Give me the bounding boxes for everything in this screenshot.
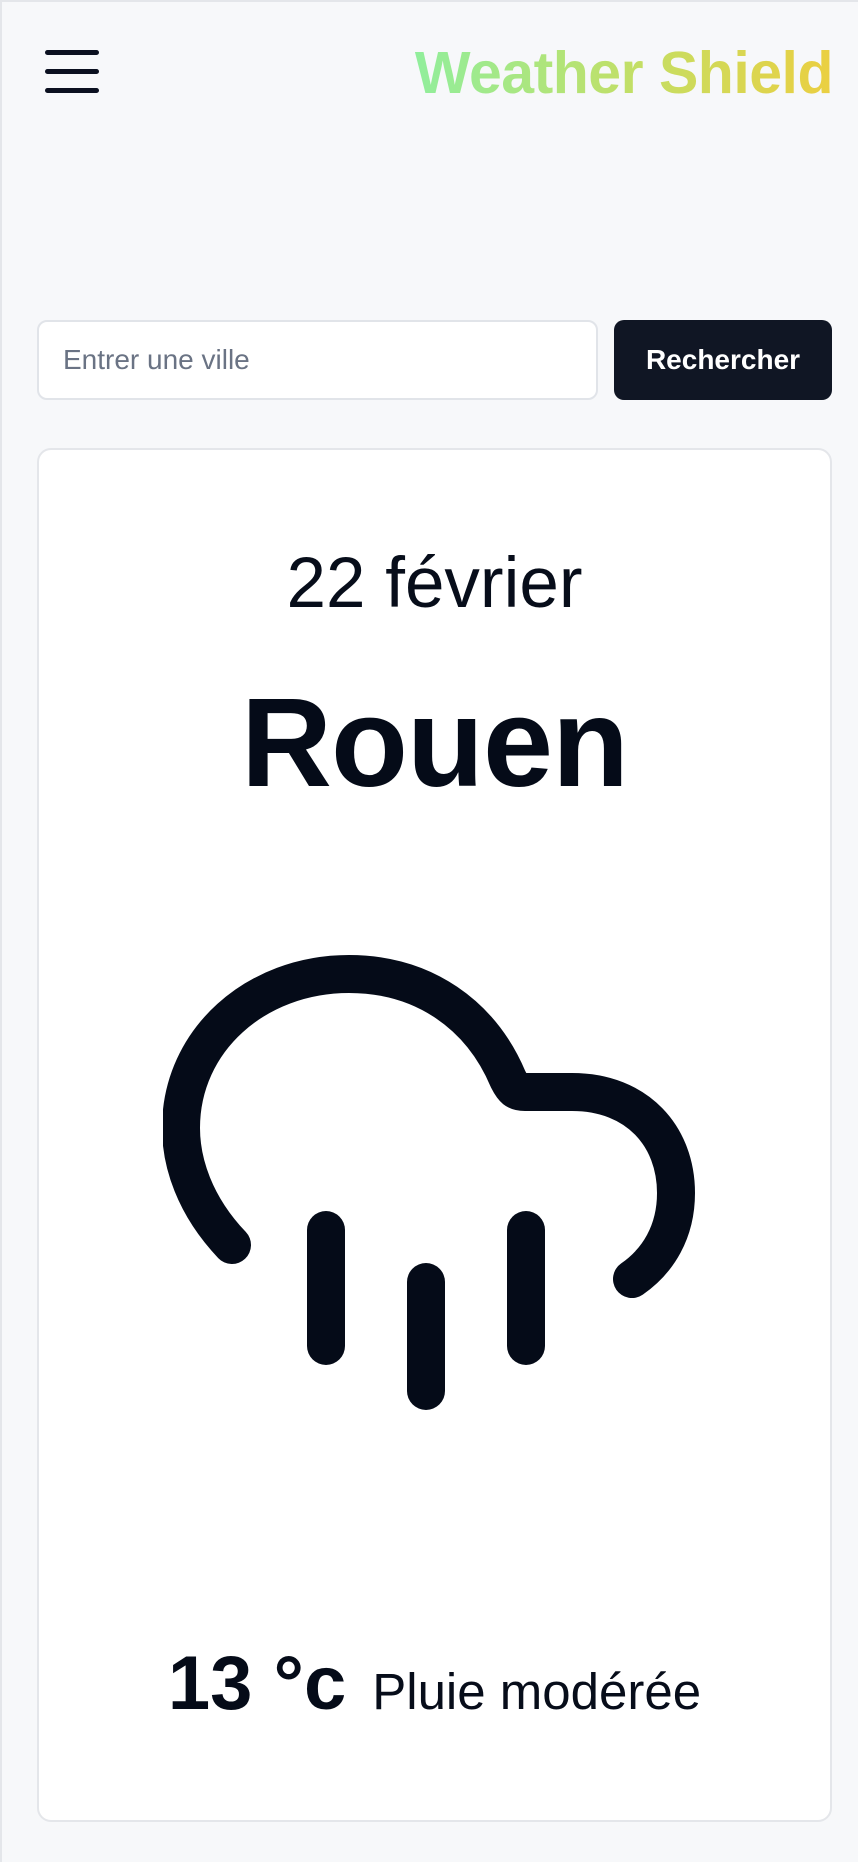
menu-line-top bbox=[45, 50, 99, 55]
city-name: Rouen bbox=[241, 672, 629, 813]
cloud-rain-icon bbox=[163, 954, 711, 1456]
menu-line-bottom bbox=[45, 88, 99, 93]
brand-title: Weather Shield bbox=[414, 40, 834, 106]
search-button[interactable]: Rechercher bbox=[614, 320, 832, 400]
temperature-row: 13 °c Pluie modérée bbox=[39, 1640, 830, 1740]
hamburger-menu-icon[interactable] bbox=[40, 44, 100, 96]
menu-line-middle bbox=[45, 69, 99, 74]
weather-condition: Pluie modérée bbox=[372, 1663, 702, 1720]
app-header: Weather Shield bbox=[0, 0, 858, 150]
weather-card: 22 février Rouen 13 °c Pluie modérée bbox=[37, 448, 832, 1822]
weather-date: 22 février bbox=[286, 544, 583, 623]
temperature-value: 13 °c bbox=[167, 1641, 347, 1726]
city-search-form: Rechercher bbox=[37, 320, 832, 400]
city-search-input[interactable] bbox=[37, 320, 598, 400]
